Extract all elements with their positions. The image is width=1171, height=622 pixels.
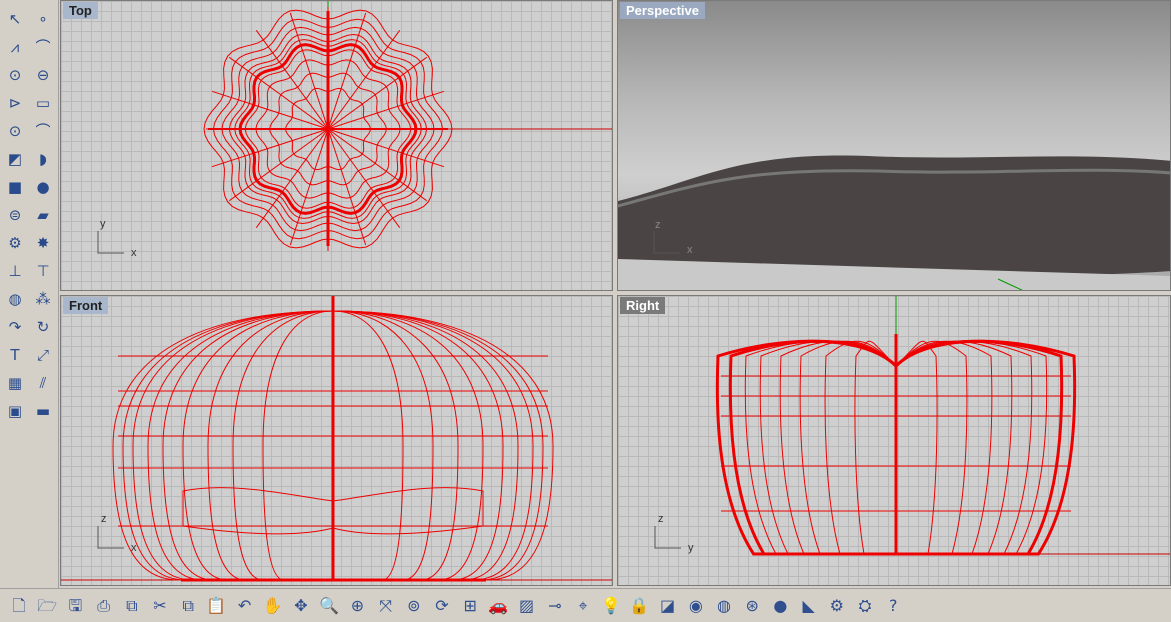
axis-label-x: x bbox=[131, 247, 137, 259]
paste-icon[interactable]: 📋 bbox=[203, 594, 229, 618]
box-icon[interactable]: ■ bbox=[3, 175, 27, 199]
rectangle-icon[interactable]: ▭ bbox=[31, 91, 55, 115]
sphere-icon[interactable]: ● bbox=[31, 175, 55, 199]
array-icon[interactable]: ▦ bbox=[3, 371, 27, 395]
properties-icon[interactable]: ⛭ bbox=[852, 594, 878, 618]
arc-icon[interactable]: ⌒ bbox=[31, 119, 55, 143]
side-toolbar: ↖ ∘ ⩘ ⌒ ⊙ ⊖ ⊳ ▭ ⊙ ⌒ ◩ ◗ ■ ● ⊜ ▰ ⚙ ✸ ⊥ ⊤ ◍ ⁂ ↷ ↻ T ⤢ ▦ ⫽ ▣ ▬ bbox=[0, 0, 59, 588]
top-rib bbox=[327, 128, 445, 168]
top-rib bbox=[211, 128, 329, 168]
axis-label-z: z bbox=[655, 219, 661, 231]
cylinder-icon[interactable]: ⊜ bbox=[3, 203, 27, 227]
cut-icon[interactable]: ✂ bbox=[147, 594, 173, 618]
perspective-view-render bbox=[618, 155, 1170, 290]
trim-icon[interactable]: ⊥ bbox=[3, 259, 27, 283]
front-view-wireframe bbox=[61, 296, 612, 582]
axis-label-z: z bbox=[658, 513, 664, 525]
curve-icon[interactable]: ⌒ bbox=[31, 35, 55, 59]
viewport-right[interactable]: Right y z bbox=[617, 295, 1171, 586]
shaded-sphere-icon[interactable]: ⊛ bbox=[739, 594, 765, 618]
ruler-icon[interactable]: ▬ bbox=[31, 399, 55, 423]
help-icon[interactable]: ? bbox=[880, 594, 906, 618]
color-wheel-icon[interactable]: ◉ bbox=[683, 594, 709, 618]
viewport-perspective[interactable]: Perspective x z bbox=[617, 0, 1171, 291]
light-bulb-icon[interactable]: 💡 bbox=[598, 594, 624, 618]
move-icon[interactable]: ✥ bbox=[288, 594, 314, 618]
spotlight-icon[interactable]: ◣ bbox=[796, 594, 822, 618]
viewport-title[interactable]: Top bbox=[63, 2, 98, 19]
layer-icon[interactable]: ◪ bbox=[655, 594, 681, 618]
axis-label-x: x bbox=[131, 542, 137, 554]
dimension-icon[interactable]: ⫽ bbox=[31, 371, 55, 395]
zoom-icon[interactable]: 🔍 bbox=[316, 594, 342, 618]
viewport-front[interactable]: Front x z bbox=[60, 295, 613, 586]
grid-icon[interactable]: ▨ bbox=[514, 594, 540, 618]
top-rib bbox=[211, 90, 329, 130]
explode-icon[interactable]: ✸ bbox=[31, 231, 55, 255]
right-view-wireframe bbox=[654, 296, 1170, 556]
polygon-icon[interactable]: ⊳ bbox=[3, 91, 27, 115]
point-icon[interactable]: ∘ bbox=[31, 7, 55, 31]
options-gear-icon[interactable]: ⚙ bbox=[824, 594, 850, 618]
new-file-icon[interactable]: 🗋 bbox=[6, 594, 32, 618]
print-icon[interactable]: ⎙ bbox=[91, 594, 117, 618]
extrude-icon[interactable]: ◗ bbox=[31, 147, 55, 171]
viewport-title[interactable]: Perspective bbox=[620, 2, 705, 19]
select-arrow-icon[interactable]: ↖ bbox=[3, 7, 27, 31]
car-icon[interactable]: 🚗 bbox=[485, 594, 511, 618]
scale-icon[interactable]: ⤢ bbox=[31, 343, 55, 367]
surface-plane-icon[interactable]: ▰ bbox=[31, 203, 55, 227]
wireframe-sphere-icon[interactable]: ◍ bbox=[711, 594, 737, 618]
fillet-icon[interactable]: ↷ bbox=[3, 315, 27, 339]
lock-icon[interactable]: 🔒 bbox=[626, 594, 652, 618]
group-icon[interactable]: ⁂ bbox=[31, 287, 55, 311]
top-rib bbox=[327, 90, 445, 130]
render-box-icon[interactable]: ▣ bbox=[3, 399, 27, 423]
split-icon[interactable]: ⊤ bbox=[31, 259, 55, 283]
viewport-title[interactable]: Front bbox=[63, 297, 109, 314]
import-icon[interactable]: ⧉ bbox=[119, 594, 145, 618]
zoom-selected-icon[interactable]: ⊚ bbox=[401, 594, 427, 618]
four-viewports-icon[interactable]: ⊞ bbox=[457, 594, 483, 618]
viewport-top[interactable]: Top x y bbox=[60, 0, 613, 291]
render-sphere-icon[interactable]: ● bbox=[767, 594, 793, 618]
boolean-icon[interactable]: ◍ bbox=[3, 287, 27, 311]
snap-icon[interactable]: ⊸ bbox=[542, 594, 568, 618]
top-view-wireframe bbox=[97, 1, 612, 254]
standard-toolbar: 🗋 🗁 🖫 ⎙ ⧉ ✂ ⧉ 📋 ↶ ✋ ✥ 🔍 ⊕ ⤧ ⊚ ⟳ ⊞ 🚗 ▨ ⊸ ⌖ 💡 🔒 ◪ ◉ ◍ ⊛ ● ◣ ⚙ ⛭? bbox=[0, 588, 1171, 622]
axis-label-y: y bbox=[688, 542, 694, 554]
axis-icon bbox=[97, 526, 124, 549]
pan-hand-icon[interactable]: ✋ bbox=[260, 594, 286, 618]
axis-label-y: y bbox=[100, 218, 106, 230]
axis-label-x: x bbox=[687, 244, 693, 256]
text-icon[interactable]: T bbox=[3, 343, 27, 367]
pumpkin-shaded-surface bbox=[618, 155, 1170, 277]
axis-label-z: z bbox=[101, 513, 107, 525]
chamfer-icon[interactable]: ↻ bbox=[31, 315, 55, 339]
undo-icon[interactable]: ↶ bbox=[232, 594, 258, 618]
gear-icon[interactable]: ⚙ bbox=[3, 231, 27, 255]
circle-icon[interactable]: ⊙ bbox=[3, 63, 27, 87]
circle-point-icon[interactable]: ⊙ bbox=[3, 119, 27, 143]
zoom-window-icon[interactable]: ⊕ bbox=[344, 594, 370, 618]
osnap-icon[interactable]: ⌖ bbox=[570, 594, 596, 618]
viewport-title[interactable]: Right bbox=[620, 297, 666, 314]
axis-icon bbox=[97, 231, 124, 254]
open-folder-icon[interactable]: 🗁 bbox=[34, 594, 60, 618]
save-icon[interactable]: 🖫 bbox=[62, 594, 88, 618]
zoom-extents-icon[interactable]: ⤧ bbox=[373, 594, 399, 618]
rotate-view-icon[interactable]: ⟳ bbox=[429, 594, 455, 618]
copy-icon[interactable]: ⧉ bbox=[175, 594, 201, 618]
axis-icon bbox=[654, 526, 681, 549]
ellipse-icon[interactable]: ⊖ bbox=[31, 63, 55, 87]
surface-icon[interactable]: ◩ bbox=[3, 147, 27, 171]
polyline-icon[interactable]: ⩘ bbox=[3, 35, 27, 59]
